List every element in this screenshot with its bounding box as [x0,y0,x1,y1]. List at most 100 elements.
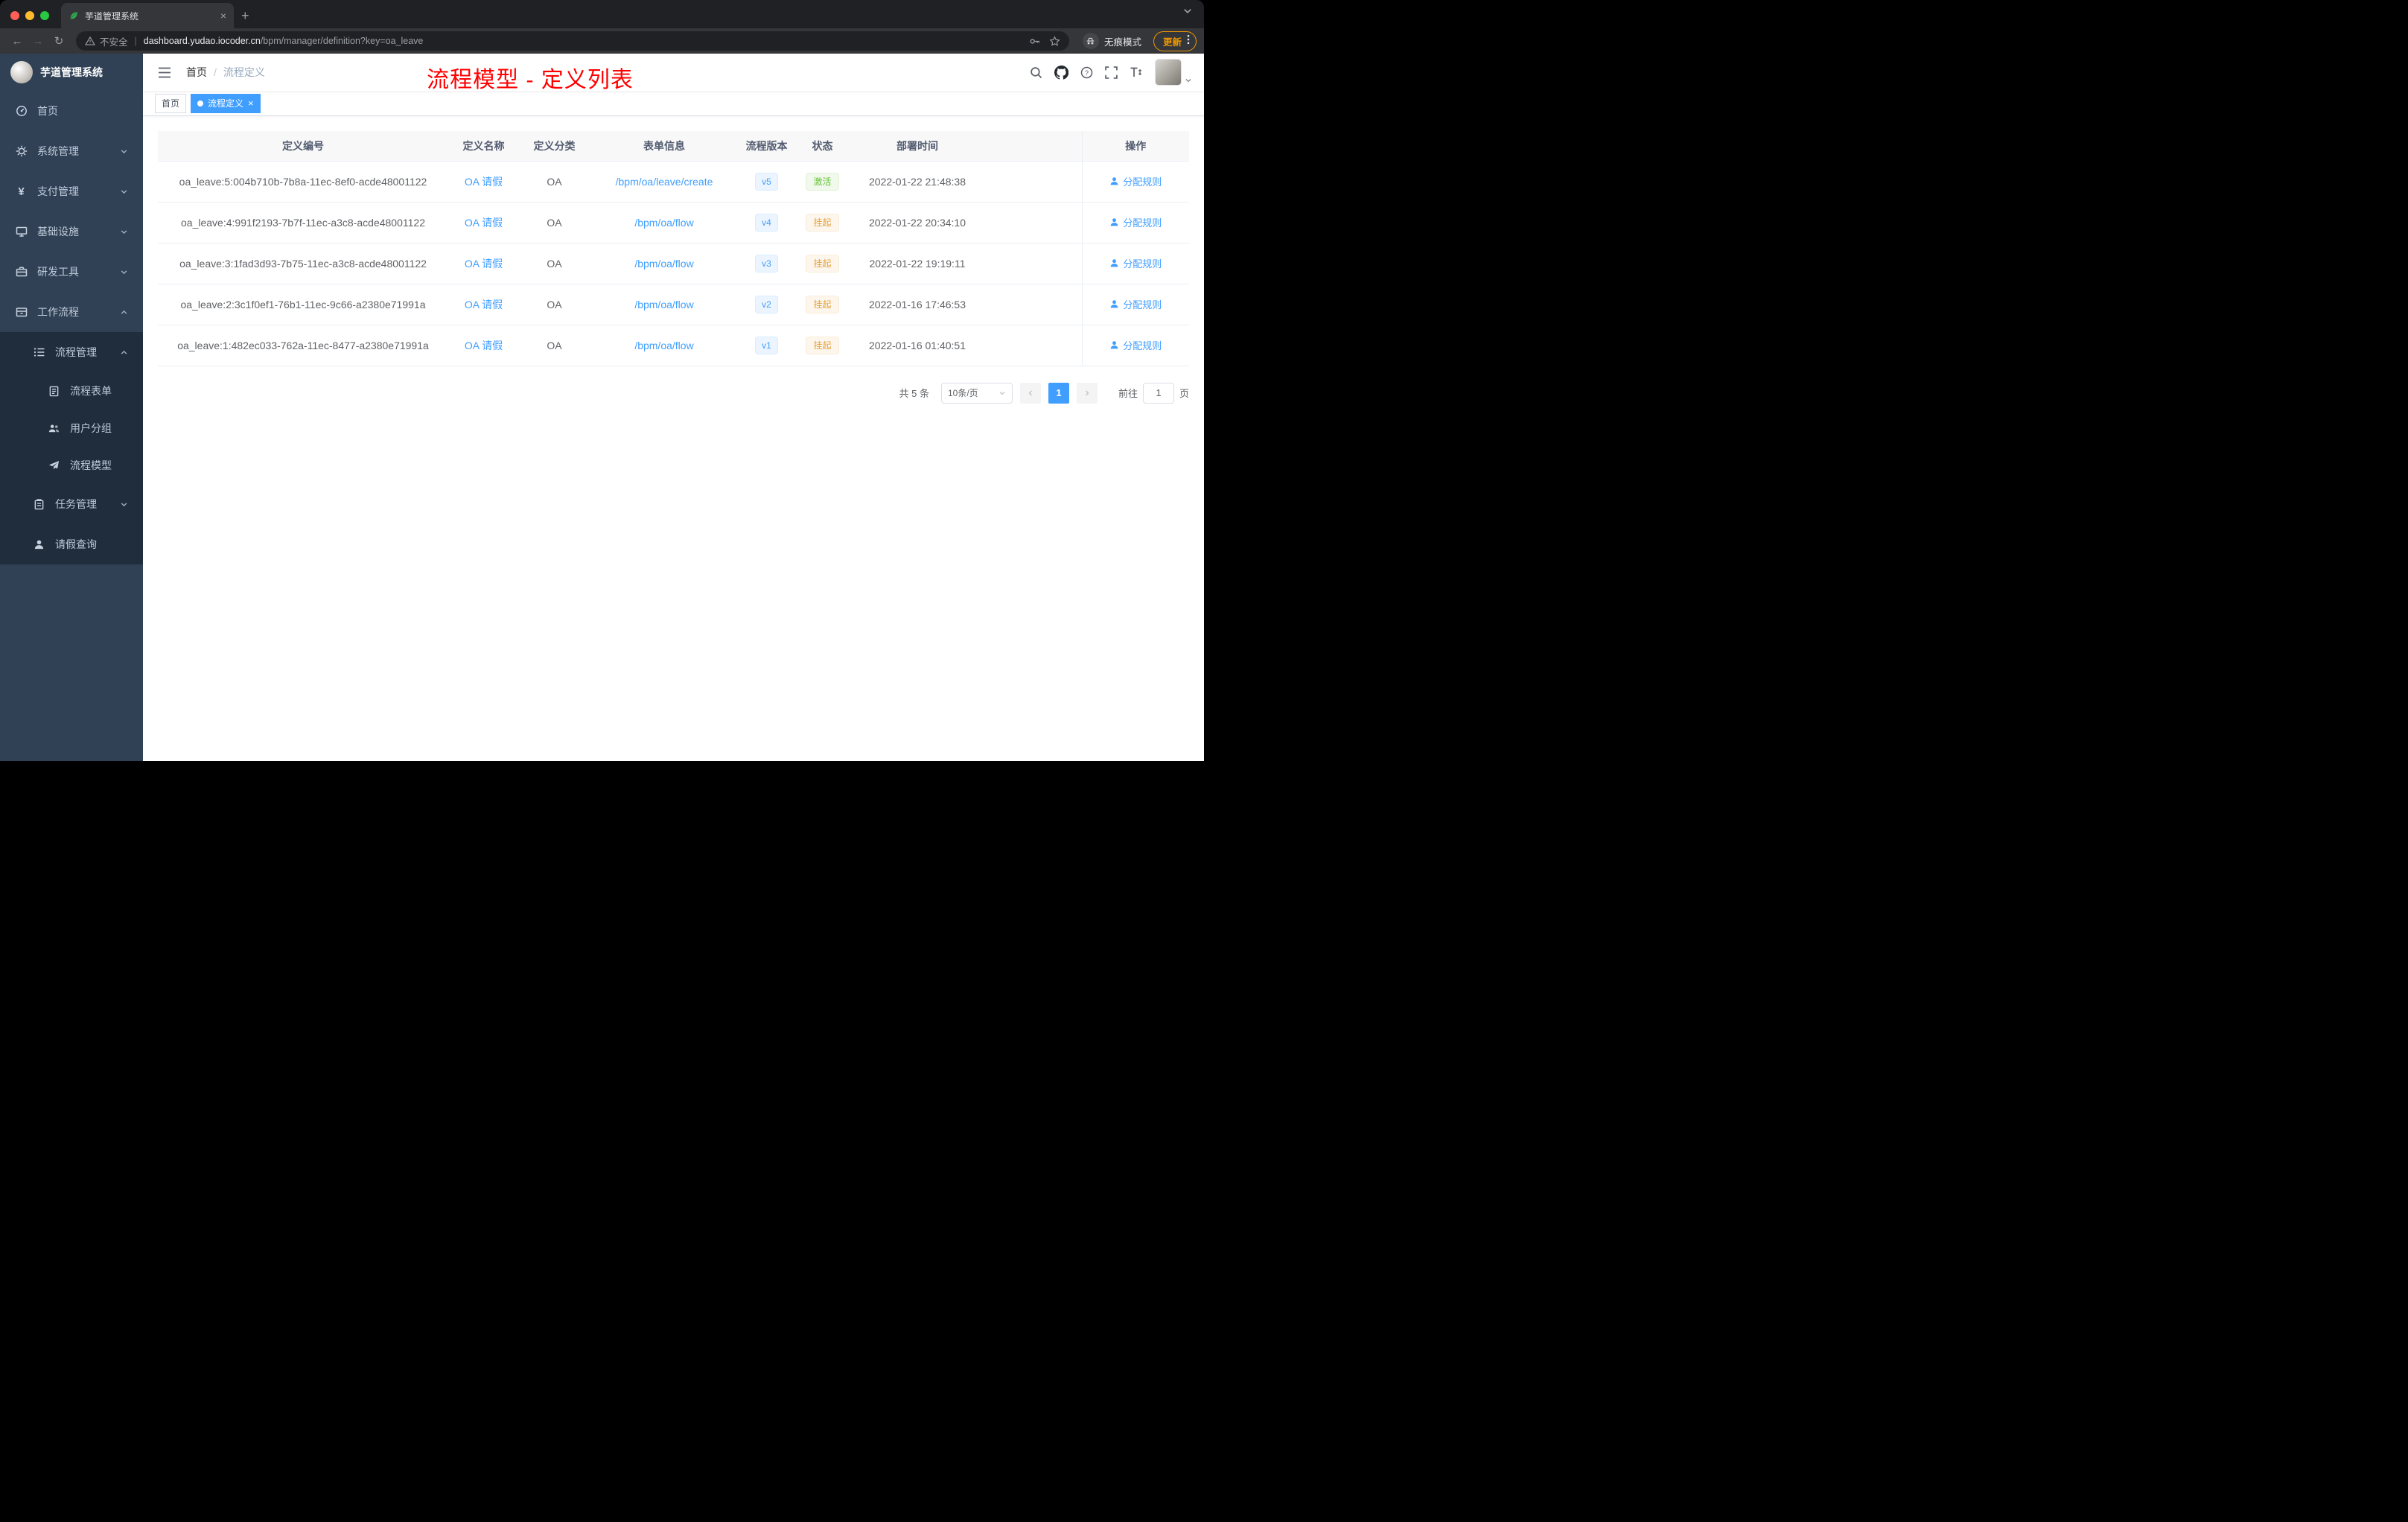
cell-status: 挂起 [794,284,850,325]
yen-icon: ¥ [18,185,25,198]
security-label: 不安全 [100,36,128,48]
browser-menu-icon[interactable] [1187,34,1190,48]
pagination: 共 5 条 10条/页 1 前往 1 页 [158,382,1189,404]
tag-close-icon[interactable]: × [248,98,254,108]
definition-name-link[interactable]: OA 请假 [465,176,503,188]
dashboard-icon [15,105,28,117]
page-unit-label: 页 [1179,388,1189,399]
font-size-icon[interactable] [1130,66,1143,78]
document-icon [48,386,60,397]
page-size-select[interactable]: 10条/页 [940,382,1013,404]
cell-category: OA [519,325,590,366]
minimize-window-button[interactable] [25,11,34,20]
paper-plane-icon [48,460,60,471]
sidebar-item-infra[interactable]: 基础设施 [0,211,143,252]
clipboard-icon [33,498,45,510]
person-icon [1109,217,1119,227]
tag-current[interactable]: 流程定义 × [191,93,261,113]
breadcrumb-home[interactable]: 首页 [186,65,207,80]
back-button[interactable]: ← [7,35,27,48]
col-time: 部署时间 [850,131,984,162]
goto-label: 前往 [1118,388,1138,399]
list-icon [33,346,45,358]
assign-rule-link[interactable]: 分配规则 [1109,256,1162,270]
tab-search-icon[interactable] [1183,6,1204,28]
browser-window: 芋道管理系统 × + ← → ↻ 不安全 | dashboard.yudao.i… [0,0,1204,761]
total-count: 共 5 条 [899,388,929,399]
form-link[interactable]: /bpm/oa/flow [634,217,693,229]
close-window-button[interactable] [10,11,19,20]
sidebar-item-payment[interactable]: ¥ 支付管理 [0,171,143,211]
key-icon[interactable] [1029,36,1040,47]
tag-home[interactable]: 首页 [155,93,187,113]
sidebar-item-process-mgmt[interactable]: 流程管理 [0,332,143,372]
assign-rule-link[interactable]: 分配规则 [1109,338,1162,352]
cell-category: OA [519,161,590,203]
forward-button[interactable]: → [28,35,48,48]
assign-rule-link[interactable]: 分配规则 [1109,297,1162,311]
cell-definition-name: OA 请假 [448,243,519,284]
top-navbar: 首页 / 流程定义 ? [143,54,1204,91]
help-icon[interactable]: ? [1080,66,1093,79]
table-row: oa_leave:4:991f2193-7b7f-11ec-a3c8-acde4… [158,202,1189,243]
sidebar-item-label: 基础设施 [37,226,79,238]
prev-page-button[interactable] [1019,382,1041,404]
new-tab-button[interactable]: + [234,8,258,28]
tab-close-icon[interactable]: × [220,10,226,22]
hamburger-icon[interactable] [155,67,174,78]
cell-form: /bpm/oa/flow [590,325,739,366]
svg-text:?: ? [1085,69,1089,76]
incognito-icon [1082,33,1099,49]
sidebar-item-process-model[interactable]: 流程模型 [0,447,143,484]
table-header-row: 定义编号 定义名称 定义分类 表单信息 流程版本 状态 部署时间 操作 [158,131,1189,162]
sidebar-item-task-mgmt[interactable]: 任务管理 [0,484,143,524]
cell-version: v2 [739,284,794,325]
bookmark-star-icon[interactable] [1049,35,1060,47]
definition-table: 定义编号 定义名称 定义分类 表单信息 流程版本 状态 部署时间 操作 oa_l… [158,131,1189,366]
person-icon [1109,258,1119,268]
cell-definition-name: OA 请假 [448,325,519,366]
sidebar-item-label: 研发工具 [37,266,79,278]
definition-name-link[interactable]: OA 请假 [465,299,503,311]
form-link[interactable]: /bpm/oa/leave/create [616,176,713,188]
chevron-down-icon [120,147,128,156]
sidebar-item-system[interactable]: 系统管理 [0,131,143,171]
search-icon[interactable] [1030,66,1042,79]
reload-button[interactable]: ↻ [49,34,69,48]
brand-title: 芋道管理系统 [40,66,103,78]
definition-name-link[interactable]: OA 请假 [465,258,503,270]
sidebar-item-workflow[interactable]: 工作流程 [0,292,143,332]
sidebar-logo[interactable]: 芋道管理系统 [0,54,143,91]
form-link[interactable]: /bpm/oa/flow [634,340,693,351]
zoom-window-button[interactable] [40,11,49,20]
fullscreen-icon[interactable] [1105,66,1118,79]
form-link[interactable]: /bpm/oa/flow [634,258,693,270]
update-button[interactable]: 更新 [1153,31,1197,51]
sidebar-item-process-form[interactable]: 流程表单 [0,372,143,410]
cell-category: OA [519,243,590,284]
status-badge: 激活 [806,172,839,191]
sidebar-item-user-group[interactable]: 用户分组 [0,410,143,447]
assign-rule-link[interactable]: 分配规则 [1109,215,1162,229]
cell-category: OA [519,284,590,325]
definition-name-link[interactable]: OA 请假 [465,340,503,351]
sidebar-item-devtools[interactable]: 研发工具 [0,252,143,292]
browser-tab[interactable]: 芋道管理系统 × [61,3,234,28]
cell-deploy-time: 2022-01-22 20:34:10 [850,202,984,243]
assign-rule-link[interactable]: 分配规则 [1109,174,1162,188]
workflow-submenu: 流程管理 流程表单 用户分组 流程模型 任务管理 请假查询 [0,332,143,564]
users-icon [48,423,60,434]
cell-definition-id: oa_leave:4:991f2193-7b7f-11ec-a3c8-acde4… [158,202,448,243]
sidebar-item-leave-query[interactable]: 请假查询 [0,524,143,564]
user-menu[interactable] [1155,59,1192,86]
chevron-down-icon [120,228,128,236]
next-page-button[interactable] [1076,382,1098,404]
definition-name-link[interactable]: OA 请假 [465,217,503,229]
sidebar-item-home[interactable]: 首页 [0,91,143,131]
goto-page-input[interactable] [1142,382,1174,404]
page-number-1[interactable]: 1 [1048,382,1069,404]
cell-definition-id: oa_leave:5:004b710b-7b8a-11ec-8ef0-acde4… [158,161,448,203]
address-bar[interactable]: 不安全 | dashboard.yudao.iocoder.cn/bpm/man… [76,31,1069,51]
form-link[interactable]: /bpm/oa/flow [634,299,693,311]
github-icon[interactable] [1054,65,1068,80]
